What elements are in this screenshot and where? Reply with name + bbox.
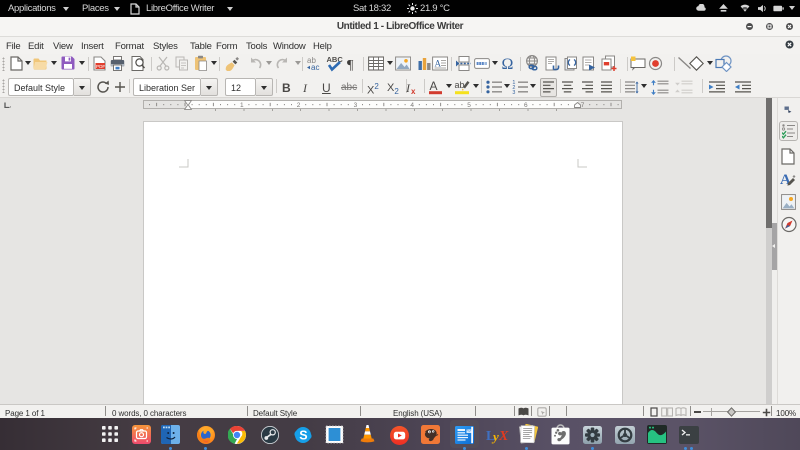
- svg-text:A: A: [780, 172, 791, 188]
- svg-text:7: 7: [581, 102, 585, 108]
- svg-text:4: 4: [410, 102, 414, 108]
- svg-text:y: y: [491, 429, 499, 444]
- svg-text:3: 3: [512, 90, 515, 94]
- svg-text:ac: ac: [311, 63, 319, 71]
- svg-text:3: 3: [354, 102, 358, 108]
- svg-text:2: 2: [297, 102, 301, 108]
- svg-text:Ω: Ω: [502, 56, 514, 71]
- svg-text:5: 5: [467, 102, 471, 108]
- svg-text:ab: ab: [455, 80, 465, 90]
- svg-text:PDF: PDF: [96, 64, 105, 69]
- svg-text:¶: ¶: [347, 58, 354, 71]
- svg-text:A: A: [430, 79, 438, 93]
- svg-text:6: 6: [524, 102, 528, 108]
- svg-text:S: S: [299, 429, 307, 443]
- svg-text:A: A: [435, 59, 442, 69]
- svg-text:X: X: [498, 429, 509, 444]
- svg-text:1: 1: [240, 102, 244, 108]
